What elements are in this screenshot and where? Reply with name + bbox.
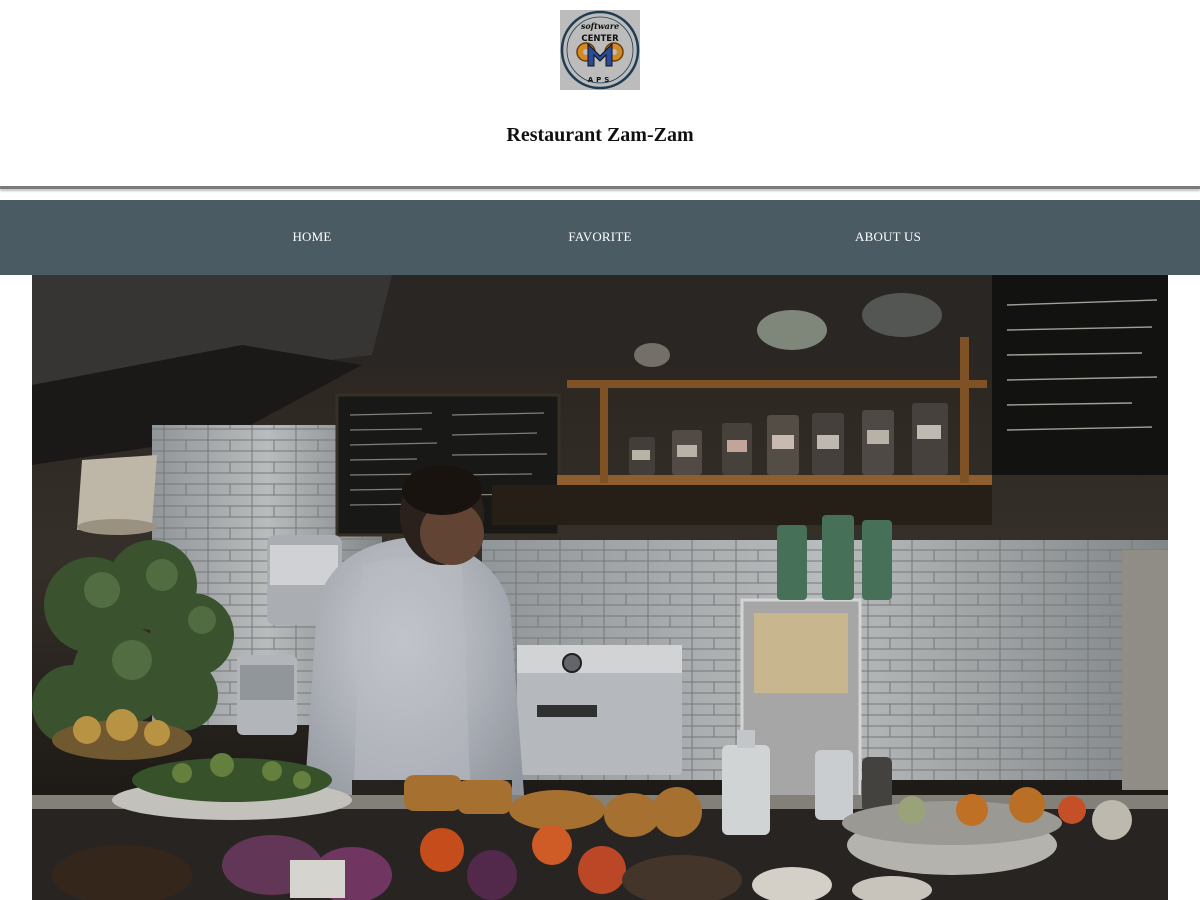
logo-text-software: software <box>581 21 619 31</box>
logo-text-center: CENTER <box>581 34 619 44</box>
nav-link-about-us[interactable]: ABOUT US <box>855 229 921 245</box>
site-title: Restaurant Zam-Zam <box>506 124 694 146</box>
nav-link-home[interactable]: HOME <box>292 229 331 245</box>
site-header: software CENTER APS Restaurant Zam-Zam <box>0 0 1200 186</box>
main-navbar: HOME FAVORITE ABOUT US <box>0 200 1200 275</box>
site-logo[interactable]: software CENTER APS <box>560 10 640 90</box>
nav-link-favorite[interactable]: FAVORITE <box>568 229 631 245</box>
restaurant-kitchen-photo-icon <box>32 275 1168 900</box>
hero-image <box>32 275 1168 900</box>
header-divider <box>0 186 1200 189</box>
logo-emblem-icon: software CENTER APS <box>560 10 640 90</box>
logo-text-aps: APS <box>588 76 613 84</box>
